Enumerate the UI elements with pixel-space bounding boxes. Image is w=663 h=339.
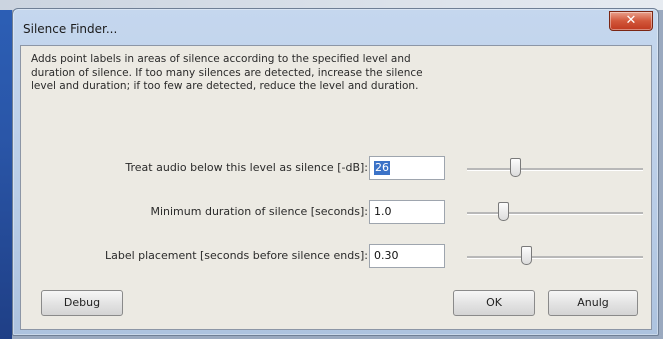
close-button[interactable]: ✕ [609, 11, 653, 31]
min-duration-input[interactable]: 1.0 [369, 200, 445, 224]
param-label: Treat audio below this level as silence … [125, 161, 368, 174]
param-label: Label placement [seconds before silence … [104, 249, 368, 262]
close-icon: ✕ [625, 13, 637, 28]
dialog-client-area: Adds point labels in areas of silence ac… [20, 45, 652, 330]
slider-thumb[interactable] [520, 246, 532, 265]
silence-finder-dialog: Silence Finder... ✕ Adds point labels in… [12, 8, 659, 336]
field-value: 1.0 [374, 205, 392, 218]
selected-text: 26 [374, 161, 390, 175]
param-label: Minimum duration of silence [seconds]: [150, 205, 368, 218]
slider-thumb[interactable] [497, 202, 509, 221]
silence-level-slider[interactable] [467, 156, 643, 182]
field-value: 0.30 [374, 249, 399, 262]
cancel-button[interactable]: Anulg [548, 290, 638, 316]
title-bar[interactable]: Silence Finder... ✕ [13, 9, 658, 45]
label-placement-input[interactable]: 0.30 [369, 244, 445, 268]
param-row-label-placement: Label placement [seconds before silence … [21, 244, 651, 270]
debug-button[interactable]: Debug [41, 290, 123, 316]
slider-track [467, 256, 643, 259]
description-text: Adds point labels in areas of silence ac… [31, 53, 423, 92]
slider-track [467, 212, 643, 215]
slider-thumb[interactable] [510, 158, 522, 177]
window-title: Silence Finder... [23, 22, 118, 36]
desktop-backdrop [0, 0, 12, 339]
param-row-min-duration: Minimum duration of silence [seconds]: 1… [21, 200, 651, 226]
slider-track [467, 168, 643, 171]
ok-button[interactable]: OK [453, 290, 535, 316]
silence-level-input[interactable]: 26 [369, 156, 445, 180]
param-row-silence-level: Treat audio below this level as silence … [21, 156, 651, 182]
min-duration-slider[interactable] [467, 200, 643, 226]
label-placement-slider[interactable] [467, 244, 643, 270]
